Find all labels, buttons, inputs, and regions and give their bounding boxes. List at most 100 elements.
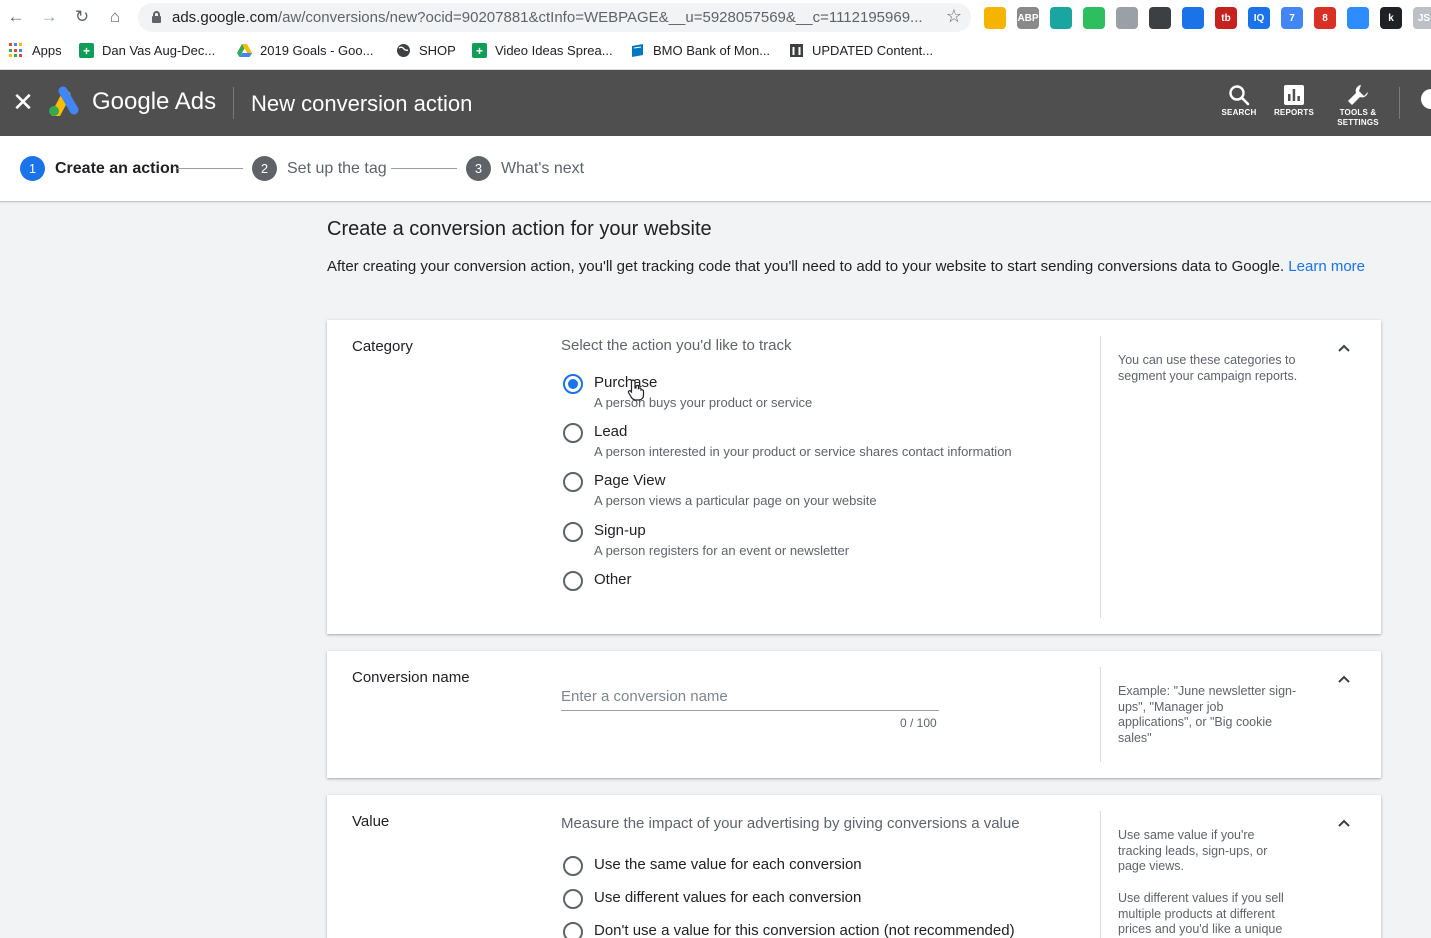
- option-title: Don't use a value for this conversion ac…: [594, 922, 1015, 938]
- apps-icon: [9, 43, 24, 58]
- character-counter: 0 / 100: [900, 716, 937, 730]
- bookmark-item[interactable]: SHOP: [396, 43, 456, 58]
- reload-icon[interactable]: ↻: [71, 6, 93, 28]
- learn-more-link[interactable]: Learn more: [1288, 258, 1365, 275]
- zoom-ext-icon[interactable]: [1347, 7, 1369, 29]
- step-create-action: 1 Create an action: [20, 156, 179, 181]
- drive-triangle-icon[interactable]: [984, 7, 1006, 29]
- option-title: Page View: [594, 472, 666, 489]
- wrench-icon: [1328, 82, 1388, 108]
- bookmark-label: SHOP: [419, 43, 456, 58]
- conversion-name-input[interactable]: [561, 683, 939, 711]
- close-icon[interactable]: ✕: [12, 89, 34, 115]
- option-title: Use different values for each conversion: [594, 889, 862, 906]
- sheets-icon: +: [472, 43, 487, 58]
- settings-ext-icon[interactable]: [1182, 7, 1204, 29]
- stepper-connector: [177, 168, 243, 169]
- js-ext-icon[interactable]: JS: [1413, 7, 1431, 29]
- intro-body: After creating your conversion action, y…: [327, 258, 1285, 275]
- step-label: Create an action: [55, 159, 180, 177]
- radio-button[interactable]: [563, 571, 583, 591]
- conversion-name-help-text: Example: "June newsletter sign-ups", "Ma…: [1118, 684, 1297, 745]
- chevron-up-icon[interactable]: [1336, 671, 1352, 687]
- k-ext-icon[interactable]: k: [1380, 7, 1402, 29]
- tb-ext-icon[interactable]: tb: [1215, 7, 1237, 29]
- radio-button[interactable]: [563, 889, 583, 909]
- radio-button-checked[interactable]: [563, 374, 583, 394]
- pen-ext-icon[interactable]: [1149, 7, 1171, 29]
- option-title: Lead: [594, 423, 628, 440]
- abp-icon[interactable]: ABP: [1017, 7, 1039, 29]
- search-tool-button[interactable]: SEARCH: [1209, 82, 1269, 118]
- step-whats-next: 3 What's next: [466, 156, 584, 181]
- step-label: What's next: [501, 159, 585, 177]
- option-title: Sign-up: [594, 522, 646, 539]
- seven-ext-icon[interactable]: 7: [1281, 7, 1303, 29]
- value-prompt: Measure the impact of your advertising b…: [561, 815, 1020, 832]
- step-number: 3: [466, 156, 491, 181]
- globe-icon: [396, 43, 411, 58]
- search-icon: [1209, 82, 1269, 108]
- bookmark-item[interactable]: UPDATED Content...: [789, 43, 933, 58]
- tools-label-line1: TOOLS &: [1339, 108, 1377, 117]
- option-title: Other: [594, 571, 632, 588]
- browser-toolbar: ← → ↻ ⌂ ads.google.com/aw/conversions/ne…: [0, 0, 1431, 36]
- url-text: ads.google.com/aw/conversions/new?ocid=9…: [172, 9, 923, 26]
- extensions-tray: ABP tb IQ 7 8 k JS: [984, 7, 1431, 29]
- iq-ext-icon[interactable]: IQ: [1248, 7, 1270, 29]
- circle-ext-icon[interactable]: [1050, 7, 1072, 29]
- intro-text: After creating your conversion action, y…: [327, 257, 1372, 276]
- card-divider: [1100, 336, 1101, 618]
- reports-tool-button[interactable]: REPORTS: [1264, 82, 1324, 118]
- value-label: Value: [352, 813, 390, 830]
- url-path: /aw/conversions/new?ocid=90207881&ctInfo…: [277, 9, 923, 26]
- step-number: 1: [20, 156, 45, 181]
- tools-label-line2: SETTINGS: [1337, 118, 1379, 127]
- reports-tool-label: REPORTS: [1273, 108, 1315, 117]
- category-label: Category: [352, 338, 413, 355]
- bookmark-label: Video Ideas Sprea...: [495, 43, 613, 58]
- address-bar[interactable]: ads.google.com/aw/conversions/new?ocid=9…: [138, 3, 971, 32]
- chevron-up-icon[interactable]: [1336, 815, 1352, 831]
- stepper-connector: [391, 168, 457, 169]
- home-icon[interactable]: ⌂: [104, 6, 126, 28]
- image-ext-icon[interactable]: [1116, 7, 1138, 29]
- chevron-up-icon[interactable]: [1336, 340, 1352, 356]
- tools-settings-button[interactable]: TOOLS & SETTINGS: [1328, 82, 1388, 128]
- drive-icon: [237, 43, 252, 58]
- bookmark-label: UPDATED Content...: [812, 43, 934, 58]
- evernote-icon[interactable]: [1083, 7, 1105, 29]
- option-title: Purchase: [594, 374, 658, 391]
- value-help-text-2: Use different values if you sell multipl…: [1118, 891, 1284, 936]
- forward-icon[interactable]: →: [38, 6, 60, 28]
- sheets-icon: +: [79, 43, 94, 58]
- radio-button[interactable]: [563, 922, 583, 938]
- bookmark-label: Dan Vas Aug-Dec...: [102, 43, 216, 58]
- bookmark-label: BMO Bank of Mon...: [653, 43, 771, 58]
- progress-stepper: 1 Create an action 2 Set up the tag 3 Wh…: [0, 136, 1431, 202]
- bookmark-star-icon[interactable]: ☆: [946, 6, 962, 27]
- card-divider: [1100, 667, 1101, 762]
- ads-header: ✕ Google Ads New conversion action SEARC…: [0, 70, 1431, 136]
- value-help-text-1: Use same value if you're tracking leads,…: [1118, 828, 1268, 873]
- header-divider: [233, 87, 234, 119]
- bookmark-item[interactable]: + Dan Vas Aug-Dec...: [79, 43, 215, 58]
- reports-icon: [1264, 82, 1324, 108]
- back-icon[interactable]: ←: [5, 6, 27, 28]
- section-title: Create a conversion action for your webs…: [327, 218, 712, 240]
- bookmark-item[interactable]: + Video Ideas Sprea...: [472, 43, 613, 58]
- header-divider-right: [1399, 87, 1400, 119]
- calendar-ext-icon[interactable]: 8: [1314, 7, 1336, 29]
- radio-button[interactable]: [563, 856, 583, 876]
- option-description: A person views a particular page on your…: [594, 493, 877, 508]
- option-title: Use the same value for each conversion: [594, 856, 862, 873]
- radio-button[interactable]: [563, 522, 583, 542]
- step-label: Set up the tag: [287, 159, 387, 177]
- bookmark-item[interactable]: BMO Bank of Mon...: [630, 43, 770, 58]
- radio-button[interactable]: [563, 472, 583, 492]
- page-title: New conversion action: [251, 91, 473, 116]
- bookmark-item[interactable]: 2019 Goals - Goo...: [237, 43, 373, 58]
- bookmark-item[interactable]: Apps: [9, 43, 62, 58]
- radio-button[interactable]: [563, 423, 583, 443]
- bookmarks-bar: Apps + Dan Vas Aug-Dec... 2019 Goals - Goo.…: [0, 36, 1431, 70]
